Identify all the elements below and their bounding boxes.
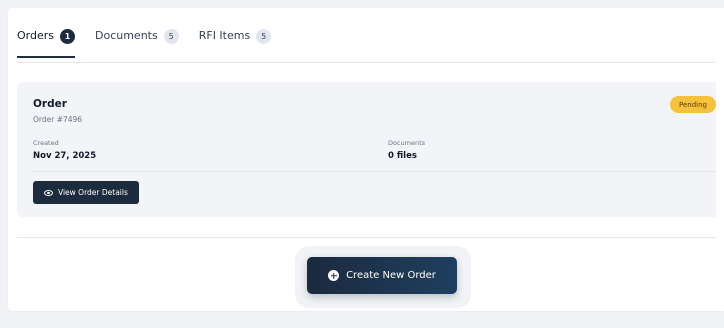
create-new-order-button[interactable]: Create New Order	[307, 257, 457, 294]
tab-rfi-items[interactable]: RFI Items 5	[198, 28, 272, 58]
tab-documents[interactable]: Documents 5	[95, 28, 179, 58]
documents-value: 0 files	[388, 151, 417, 161]
documents-label: Documents	[388, 139, 426, 147]
order-title: Order	[33, 98, 67, 110]
tab-documents-count-badge: 5	[163, 29, 179, 44]
tab-rfi-items-count-badge: 5	[256, 29, 272, 44]
section-divider	[17, 237, 716, 238]
tab-orders-count-badge: 1	[60, 29, 75, 44]
tab-rfi-items-label: RFI Items	[198, 29, 251, 42]
card-divider	[33, 171, 716, 172]
create-new-order-label: Create New Order	[346, 270, 436, 281]
tab-orders-label: Orders	[17, 29, 54, 42]
created-label: Created	[33, 139, 59, 147]
order-number: Order #7496	[33, 115, 83, 124]
plus-circle-icon	[328, 270, 340, 281]
tab-orders[interactable]: Orders 1	[17, 28, 75, 58]
tab-bar: Orders 1 Documents 5 RFI Items 5	[17, 28, 272, 58]
eye-icon	[44, 189, 53, 196]
status-badge: Pending	[670, 96, 716, 113]
order-card: Order Order #7496 Pending Created Nov 27…	[17, 82, 716, 217]
tab-bar-divider	[17, 62, 716, 63]
view-order-details-button[interactable]: View Order Details	[33, 181, 139, 204]
view-order-details-label: View Order Details	[58, 188, 128, 197]
created-value: Nov 27, 2025	[33, 151, 97, 161]
tab-documents-label: Documents	[95, 29, 158, 42]
